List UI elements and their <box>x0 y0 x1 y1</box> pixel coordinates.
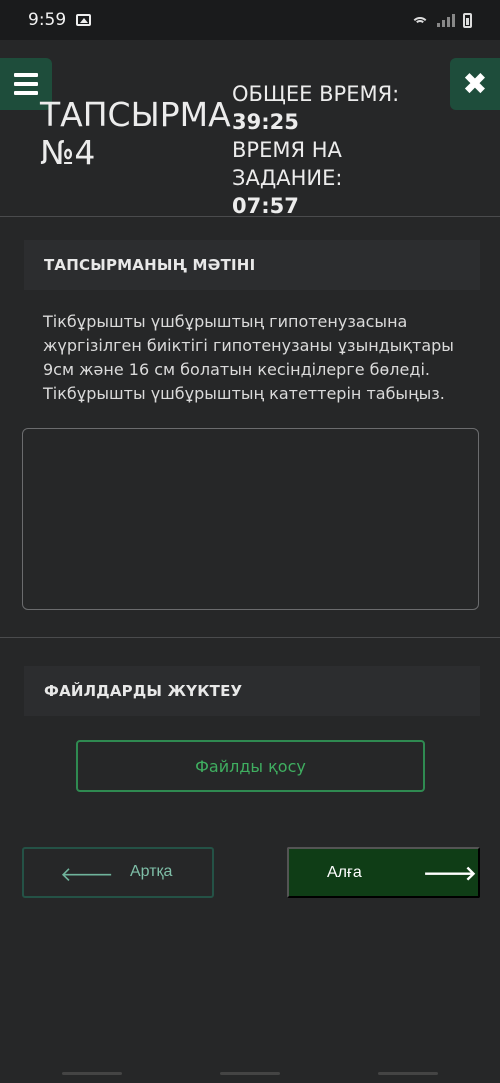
total-time-value: 39:25 <box>232 110 299 134</box>
gallery-notification-icon <box>76 14 92 26</box>
next-label: Алға <box>327 864 362 881</box>
task-section-title: ТАПСЫРМАНЫҢ МӘТІНІ <box>44 256 256 274</box>
arrow-left-icon: 🡐 <box>60 864 114 886</box>
task-title: ТАПСЫРМА №4 <box>40 95 231 172</box>
files-section-title: ФАЙЛДАРДЫ ЖҮКТЕУ <box>44 682 243 700</box>
back-label: Артқа <box>130 863 173 880</box>
files-section-header: ФАЙЛДАРДЫ ЖҮКТЕУ <box>24 666 480 716</box>
battery-icon <box>463 12 472 28</box>
timer-block: ОБЩЕЕ ВРЕМЯ: 39:25 ВРЕМЯ НА ЗАДАНИЕ: 07:… <box>232 80 412 220</box>
status-right <box>411 12 472 28</box>
section-divider <box>0 637 500 638</box>
back-button[interactable]: 🡐 Артқа <box>22 847 214 898</box>
header-divider <box>0 216 500 217</box>
status-time: 9:59 <box>28 10 67 30</box>
close-icon: ✖ <box>462 66 488 102</box>
signal-icon <box>437 13 455 27</box>
answer-textarea[interactable] <box>22 428 479 610</box>
status-bar: 9:59 <box>0 0 500 40</box>
menu-icon <box>14 73 38 77</box>
wifi-icon <box>411 13 429 27</box>
status-left: 9:59 <box>28 10 92 30</box>
task-time-label-line: ВРЕМЯ НА ЗАДАНИЕ: 07:57 <box>232 136 412 220</box>
task-time-label: ВРЕМЯ НА ЗАДАНИЕ: <box>232 138 343 190</box>
task-text: Тікбұрышты үшбұрыштың гипотенузасына жүр… <box>43 312 454 403</box>
arrow-right-icon: 🡒 <box>423 863 477 885</box>
add-file-button[interactable]: Файлды қосу <box>76 740 425 792</box>
next-button[interactable]: Алға 🡒 <box>287 847 480 898</box>
close-button[interactable]: ✖ <box>450 58 500 110</box>
home-indicator <box>62 1072 438 1076</box>
task-section-header: ТАПСЫРМАНЫҢ МӘТІНІ <box>24 240 480 290</box>
total-time-label: ОБЩЕЕ ВРЕМЯ: <box>232 82 400 106</box>
task-time-value: 07:57 <box>232 194 299 218</box>
